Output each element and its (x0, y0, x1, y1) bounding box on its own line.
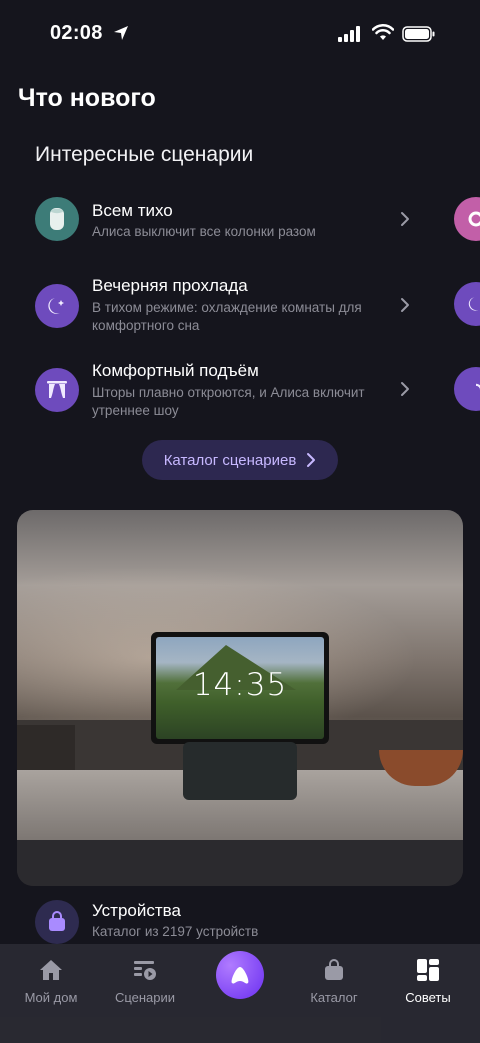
bag-icon (325, 959, 343, 980)
scenario-item-comfortable-wakeup[interactable]: Комфортный подъём Шторы плавно откроются… (35, 361, 415, 422)
scenario-item-quiet[interactable]: Всем тихо Алиса выключит все колонки раз… (35, 196, 415, 244)
scenario-catalog-button[interactable]: Каталог сценариев (142, 440, 338, 480)
scenario-icon-container (35, 368, 79, 412)
next-scenario-peek-2[interactable] (454, 282, 480, 326)
scenario-title: Вечерняя прохлада (92, 276, 248, 295)
section-title-scenarios: Интересные сценарии (35, 143, 254, 166)
chevron-right-icon (401, 382, 409, 396)
tab-catalog[interactable]: Каталог (286, 956, 382, 1005)
scenario-title: Комфортный подъём (92, 361, 259, 380)
battery-icon (402, 26, 435, 42)
tab-tips[interactable]: Советы (380, 956, 476, 1005)
tab-label: Сценарии (114, 990, 176, 1005)
tips-grid-icon (417, 959, 439, 981)
page-title: Что нового (18, 84, 156, 112)
promo-counter-shadow (17, 840, 463, 886)
status-bar: 02:08 (0, 0, 480, 70)
scenario-icon-container (35, 197, 79, 241)
status-time: 02:08 (50, 22, 103, 44)
promo-card-smart-display[interactable]: 14:35 (17, 510, 463, 886)
next-scenario-peek-3[interactable] (454, 367, 480, 411)
location-arrow-icon (114, 26, 128, 40)
smart-display-image: 14:35 (151, 632, 329, 744)
tab-scenarios[interactable]: Сценарии (97, 956, 193, 1005)
tab-label: Мой дом (24, 990, 78, 1005)
cellular-signal-icon (338, 26, 360, 42)
scenario-subtitle: Алиса выключит все колонки разом (92, 224, 316, 239)
smart-display-speaker-base (183, 742, 297, 800)
devices-subtitle: Каталог из 2197 устройств (92, 924, 259, 939)
catalog-button-label: Каталог сценариев (163, 451, 297, 469)
alice-voice-button[interactable] (216, 951, 264, 999)
gear-icon (468, 211, 480, 227)
scenario-subtitle: Шторы плавно откроются, и Алиса включит … (92, 385, 365, 418)
speaker-icon (50, 208, 64, 230)
promo-pot (17, 725, 75, 775)
scenario-icon-container (35, 284, 79, 328)
scenario-item-cool-evening[interactable]: Вечерняя прохлада В тихом режиме: охлажд… (35, 276, 415, 336)
tab-my-home[interactable]: Мой дом (3, 956, 99, 1005)
tab-label: Советы (405, 990, 451, 1005)
curtains-icon (47, 381, 67, 398)
devices-icon-container (35, 900, 79, 944)
chevron-right-icon (401, 298, 409, 312)
next-scenario-peek-1[interactable] (454, 197, 480, 241)
display-clock: 14:35 (192, 667, 288, 703)
scenario-title: Всем тихо (92, 201, 173, 220)
moon-icon (48, 298, 64, 314)
tab-label: Каталог (310, 990, 358, 1005)
bag-icon (49, 911, 65, 931)
chevron-right-icon (307, 453, 316, 467)
bottom-tab-bar: Мой дом Сценарии Каталог Советы (0, 944, 480, 1043)
moon-icon (468, 297, 479, 311)
scenario-subtitle: В тихом режиме: охлаждение комнаты для к… (92, 300, 362, 333)
home-icon (40, 960, 62, 980)
alice-icon (231, 967, 249, 984)
sunrise-icon (475, 383, 480, 390)
scenarios-icon (134, 961, 156, 980)
devices-title: Устройства (92, 901, 181, 920)
smart-display-screen: 14:35 (156, 637, 324, 739)
chevron-right-icon (401, 212, 409, 226)
wifi-icon (372, 24, 394, 40)
